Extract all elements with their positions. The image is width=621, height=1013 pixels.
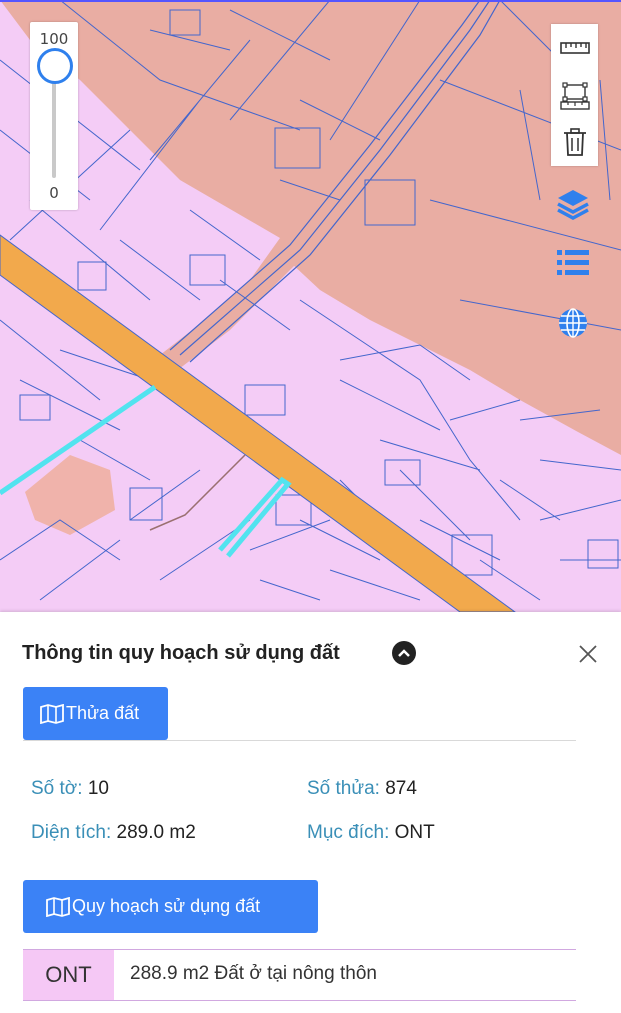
ruler-icon (559, 41, 590, 54)
opacity-slider[interactable]: 100 0 (30, 22, 78, 210)
layers-icon (557, 190, 589, 220)
close-button[interactable] (574, 640, 602, 668)
measure-toolbox (551, 24, 598, 166)
panel-title: Thông tin quy hoạch sử dụng đất (22, 642, 340, 664)
area-label: Diện tích: (31, 822, 112, 843)
close-icon (579, 645, 597, 663)
area-measure-icon (559, 81, 590, 110)
land-info-panel: Thông tin quy hoạch sử dụng đất Thửa đất… (0, 612, 621, 1013)
ruler-button[interactable] (557, 30, 592, 65)
chevron-up-icon (398, 649, 410, 657)
tab-divider (23, 740, 576, 741)
area-measure-button[interactable] (557, 77, 592, 112)
legend-list-button[interactable] (553, 243, 593, 283)
land-use-code: ONT (23, 950, 114, 1000)
parcel-label: Số thửa: (307, 778, 380, 799)
purpose-field: Mục đích: ONT (307, 822, 435, 844)
clear-button[interactable] (557, 124, 592, 159)
sheet-value: 10 (87, 778, 109, 799)
parcel-value: 874 (385, 778, 417, 799)
globe-icon (559, 308, 587, 338)
collapse-button[interactable] (392, 641, 416, 665)
list-icon (557, 250, 589, 275)
map-canvas[interactable] (0, 0, 621, 612)
basemap-button[interactable] (553, 303, 593, 343)
map-icon (46, 896, 70, 917)
sheet-field: Số tờ: 10 (31, 778, 109, 800)
layers-button[interactable] (553, 184, 593, 224)
purpose-value: ONT (394, 822, 435, 843)
area-field: Diện tích: 289.0 m2 (31, 822, 196, 844)
tab-parcel-label: Thửa đất (66, 703, 140, 723)
tab-plan-label: Quy hoạch sử dụng đất (72, 896, 261, 916)
map-view[interactable]: 100 0 (0, 0, 621, 612)
area-value: 289.0 m2 (116, 822, 196, 843)
slider-min-label: 0 (49, 184, 59, 202)
slider-knob[interactable] (37, 48, 73, 84)
land-use-description: 288.9 m2 Đất ở tại nông thôn (130, 963, 377, 984)
slider-max-label: 100 (39, 30, 69, 48)
tab-parcel[interactable]: Thửa đất (23, 687, 168, 740)
plan-row: ONT 288.9 m2 Đất ở tại nông thôn (23, 949, 576, 1001)
map-icon (40, 703, 64, 724)
parcel-field: Số thửa: 874 (307, 778, 417, 800)
tab-land-use-plan[interactable]: Quy hoạch sử dụng đất (23, 880, 318, 933)
purpose-label: Mục đích: (307, 822, 390, 843)
sheet-label: Số tờ: (31, 778, 83, 799)
row-border-bottom (23, 1000, 576, 1001)
trash-icon (563, 127, 586, 156)
